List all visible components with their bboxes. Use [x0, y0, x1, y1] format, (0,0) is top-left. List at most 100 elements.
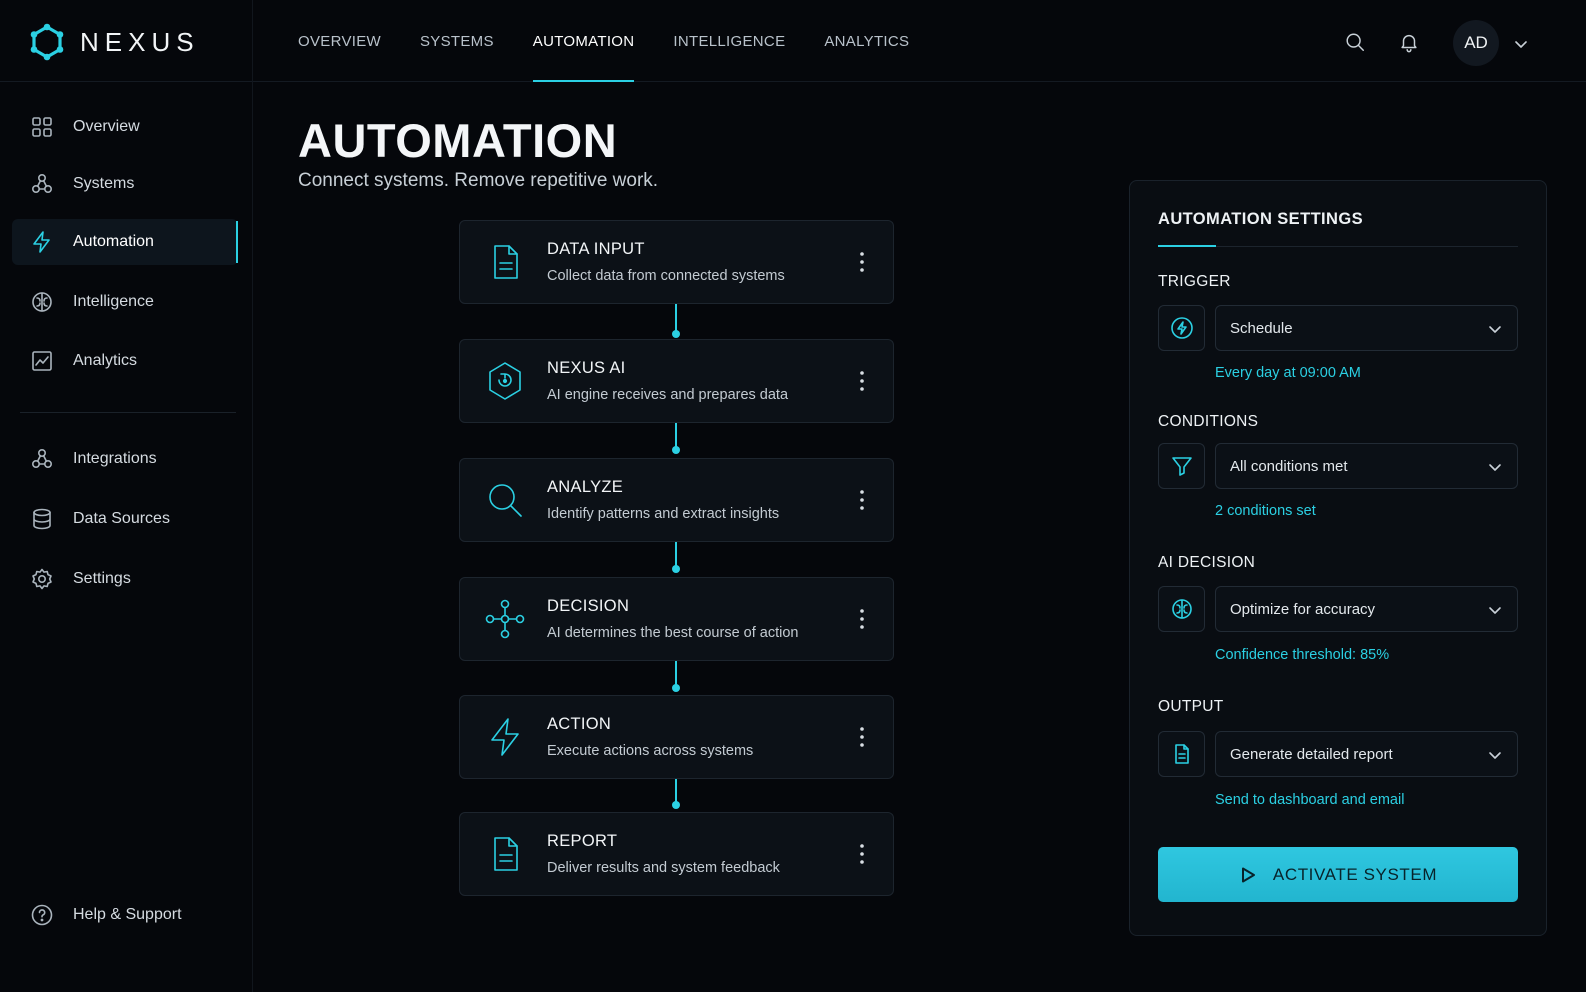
sidebar-item-analytics[interactable]: Analytics [12, 338, 238, 384]
topnav-analytics[interactable]: ANALYTICS [824, 0, 909, 82]
flow-step-report[interactable]: REPORT Deliver results and system feedba… [459, 812, 894, 896]
more-vertical-icon[interactable] [855, 249, 869, 275]
filter-icon [1158, 443, 1205, 489]
search-icon[interactable] [1344, 31, 1366, 53]
chevron-down-icon [1487, 459, 1503, 475]
sidebar-item-intelligence[interactable]: Intelligence [12, 279, 238, 325]
ai-decision-label: AI DECISION [1158, 554, 1256, 571]
play-icon [1239, 866, 1257, 884]
sidebar-item-label: Intelligence [73, 293, 154, 310]
trigger-label: TRIGGER [1158, 273, 1231, 290]
branch-icon [484, 598, 526, 640]
flow-step-nexus-ai[interactable]: NEXUS AI AI engine receives and prepares… [459, 339, 894, 423]
sidebar-item-systems[interactable]: Systems [12, 161, 238, 207]
sidebar-item-automation[interactable]: Automation [12, 219, 238, 265]
page-subtitle: Connect systems. Remove repetitive work. [298, 170, 659, 191]
more-vertical-icon[interactable] [855, 368, 869, 394]
flow-connector-dot [672, 684, 680, 692]
sidebar-separator [20, 412, 236, 413]
page-title: AUTOMATION [298, 114, 618, 167]
bolt-icon [484, 716, 526, 758]
flow-step-action[interactable]: ACTION Execute actions across systems [459, 695, 894, 779]
topnav-intelligence[interactable]: INTELLIGENCE [673, 0, 785, 82]
conditions-label: CONDITIONS [1158, 413, 1259, 430]
hex-ai-icon [484, 360, 526, 402]
flow-connector-dot [672, 801, 680, 809]
trigger-value: Schedule [1230, 319, 1293, 337]
nodes-icon [30, 447, 54, 471]
activate-system-button[interactable]: ACTIVATE SYSTEM [1158, 847, 1518, 902]
panel-title-underline [1158, 245, 1216, 247]
flow-connector-dot [672, 446, 680, 454]
flow-step-analyze[interactable]: ANALYZE Identify patterns and extract in… [459, 458, 894, 542]
flow-step-decision[interactable]: DECISION AI determines the best course o… [459, 577, 894, 661]
help-support-link[interactable]: Help & Support [12, 892, 238, 938]
chevron-down-icon [1487, 747, 1503, 763]
hex-ring-logo-icon [28, 23, 66, 61]
ai-decision-hint[interactable]: Confidence threshold: 85% [1215, 647, 1389, 663]
sidebar: Overview Systems Automation Intelligence… [0, 82, 252, 992]
ai-decision-value: Optimize for accuracy [1230, 600, 1376, 618]
sidebar-item-settings[interactable]: Settings [12, 556, 238, 602]
output-value: Generate detailed report [1230, 745, 1393, 763]
more-vertical-icon[interactable] [855, 724, 869, 750]
topnav-overview[interactable]: OVERVIEW [298, 0, 381, 82]
brain-icon [30, 290, 54, 314]
document-icon [484, 833, 526, 875]
top-navigation: OVERVIEW SYSTEMS AUTOMATION INTELLIGENCE… [298, 0, 948, 82]
step-title: REPORT [547, 832, 618, 850]
step-description: Identify patterns and extract insights [547, 506, 780, 522]
sidebar-item-data-sources[interactable]: Data Sources [12, 496, 238, 542]
activate-label: ACTIVATE SYSTEM [1272, 864, 1438, 884]
automation-settings-panel: AUTOMATION SETTINGS TRIGGER Schedule Eve… [1129, 180, 1547, 936]
flow-step-data-input[interactable]: DATA INPUT Collect data from connected s… [459, 220, 894, 304]
search-icon [484, 479, 526, 521]
chart-icon [30, 349, 54, 373]
output-label: OUTPUT [1158, 698, 1224, 715]
step-description: Deliver results and system feedback [547, 860, 780, 876]
sidebar-item-label: Data Sources [73, 510, 170, 527]
bell-icon[interactable] [1398, 31, 1420, 53]
conditions-select[interactable]: All conditions met [1215, 443, 1518, 489]
trigger-hint[interactable]: Every day at 09:00 AM [1215, 365, 1361, 381]
step-description: Collect data from connected systems [547, 268, 785, 284]
sidebar-item-integrations[interactable]: Integrations [12, 436, 238, 482]
sidebar-item-label: Overview [73, 118, 140, 135]
chevron-down-icon[interactable] [1513, 36, 1529, 52]
step-title: ANALYZE [547, 478, 624, 496]
sidebar-divider [252, 0, 253, 992]
sidebar-item-label: Integrations [73, 450, 157, 467]
nodes-icon [30, 172, 54, 196]
sidebar-item-label: Settings [73, 570, 131, 587]
help-support-label: Help & Support [73, 906, 182, 923]
sidebar-item-overview[interactable]: Overview [12, 104, 238, 150]
topnav-systems[interactable]: SYSTEMS [420, 0, 494, 82]
brand[interactable]: NEXUS [28, 22, 200, 62]
flow-connector-dot [672, 330, 680, 338]
step-description: Execute actions across systems [547, 743, 754, 759]
sidebar-item-label: Systems [73, 175, 135, 192]
step-title: ACTION [547, 715, 612, 733]
output-select[interactable]: Generate detailed report [1215, 731, 1518, 777]
more-vertical-icon[interactable] [855, 606, 869, 632]
document-icon [484, 241, 526, 283]
bolt-circle-icon [1158, 305, 1205, 351]
step-description: AI determines the best course of action [547, 625, 799, 641]
ai-decision-select[interactable]: Optimize for accuracy [1215, 586, 1518, 632]
more-vertical-icon[interactable] [855, 841, 869, 867]
bolt-icon [30, 230, 54, 254]
trigger-select[interactable]: Schedule [1215, 305, 1518, 351]
more-vertical-icon[interactable] [855, 487, 869, 513]
step-description: AI engine receives and prepares data [547, 387, 789, 403]
brain-icon [1158, 586, 1205, 632]
output-hint[interactable]: Send to dashboard and email [1215, 792, 1404, 808]
database-icon [30, 507, 54, 531]
avatar[interactable]: AD [1453, 20, 1499, 66]
sidebar-item-label: Analytics [73, 352, 138, 369]
topnav-automation[interactable]: AUTOMATION [532, 0, 635, 82]
conditions-value: All conditions met [1230, 457, 1348, 475]
document-icon [1158, 731, 1205, 777]
panel-title: AUTOMATION SETTINGS [1158, 210, 1363, 228]
conditions-hint[interactable]: 2 conditions set [1215, 503, 1316, 519]
grid-icon [30, 115, 54, 139]
